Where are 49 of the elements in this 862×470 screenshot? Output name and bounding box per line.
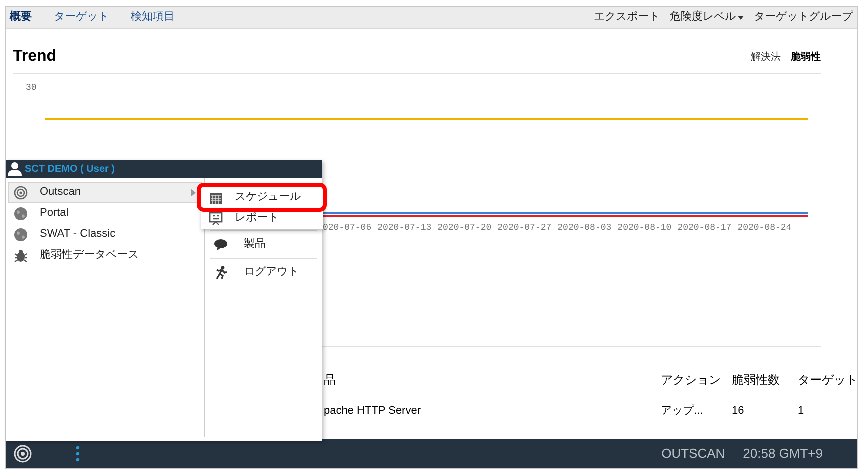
table-cell-text: アップ... bbox=[661, 404, 704, 419]
table-cell-text: pache HTTP Server bbox=[324, 404, 422, 419]
globe-icon bbox=[14, 228, 28, 242]
section-title: Trend bbox=[13, 47, 57, 67]
table-cell-text: 16 bbox=[732, 404, 744, 419]
nav-tab[interactable]: 概要 bbox=[10, 9, 32, 26]
x-axis-label: 2020-08-24 bbox=[738, 222, 792, 235]
speech-bubble-icon bbox=[214, 238, 228, 252]
nav-link[interactable]: エクスポート bbox=[594, 9, 660, 26]
column-header: アクション bbox=[661, 372, 721, 389]
nav-link[interactable]: ターゲットグループ bbox=[754, 9, 853, 26]
column-header: ターゲット bbox=[798, 372, 858, 389]
table-cell-text: 1 bbox=[798, 404, 804, 419]
nav-tab[interactable]: ターゲット bbox=[54, 9, 109, 26]
radar-icon[interactable] bbox=[14, 444, 32, 462]
x-axis-label: 2020-08-17 bbox=[678, 222, 732, 235]
user-icon bbox=[8, 162, 22, 176]
x-axis-label: 2020-07-20 bbox=[438, 222, 492, 235]
y-axis-label: 30 bbox=[26, 82, 37, 95]
calendar-icon bbox=[209, 190, 223, 204]
bug-icon bbox=[14, 248, 28, 262]
menu-item[interactable]: 脆弱性データベース bbox=[8, 245, 202, 266]
submenu-item[interactable]: スケジュール bbox=[201, 187, 323, 208]
x-axis-label: 2020-08-10 bbox=[618, 222, 672, 235]
menu-item[interactable]: 製品 bbox=[210, 231, 317, 258]
x-axis-label: 2020-07-13 bbox=[378, 222, 432, 235]
menu-item[interactable]: Portal bbox=[8, 203, 202, 224]
radar-icon bbox=[14, 186, 28, 200]
dropdown-button[interactable]: 危険度レベル bbox=[670, 9, 744, 26]
running-person-icon bbox=[214, 266, 228, 280]
menu-item[interactable]: ログアウト bbox=[210, 259, 317, 286]
chart-tab[interactable]: 解決法 bbox=[751, 50, 781, 65]
x-axis-label: 2020-07-27 bbox=[498, 222, 552, 235]
user-name: SCT DEMO ( User ) bbox=[25, 162, 116, 176]
product-name: OUTSCAN bbox=[662, 444, 726, 463]
submenu-item[interactable]: レポート bbox=[201, 208, 323, 229]
presentation-icon bbox=[209, 212, 223, 226]
clock: 20:58 GMT+9 bbox=[743, 444, 823, 463]
menu-item[interactable]: Outscan bbox=[8, 182, 202, 203]
x-axis-label: 2020-08-03 bbox=[558, 222, 612, 235]
more-icon[interactable] bbox=[76, 446, 80, 462]
column-header: 脆弱性数 bbox=[732, 372, 780, 389]
column-header: 品 bbox=[324, 372, 336, 389]
globe-icon bbox=[14, 206, 28, 220]
chart-tab[interactable]: 脆弱性 bbox=[791, 50, 821, 65]
nav-tab[interactable]: 検知項目 bbox=[131, 9, 175, 26]
caret-icon bbox=[738, 16, 744, 20]
x-axis-label: 020-07-06 bbox=[323, 222, 372, 235]
menu-item[interactable]: SWAT - Classic bbox=[8, 224, 202, 245]
